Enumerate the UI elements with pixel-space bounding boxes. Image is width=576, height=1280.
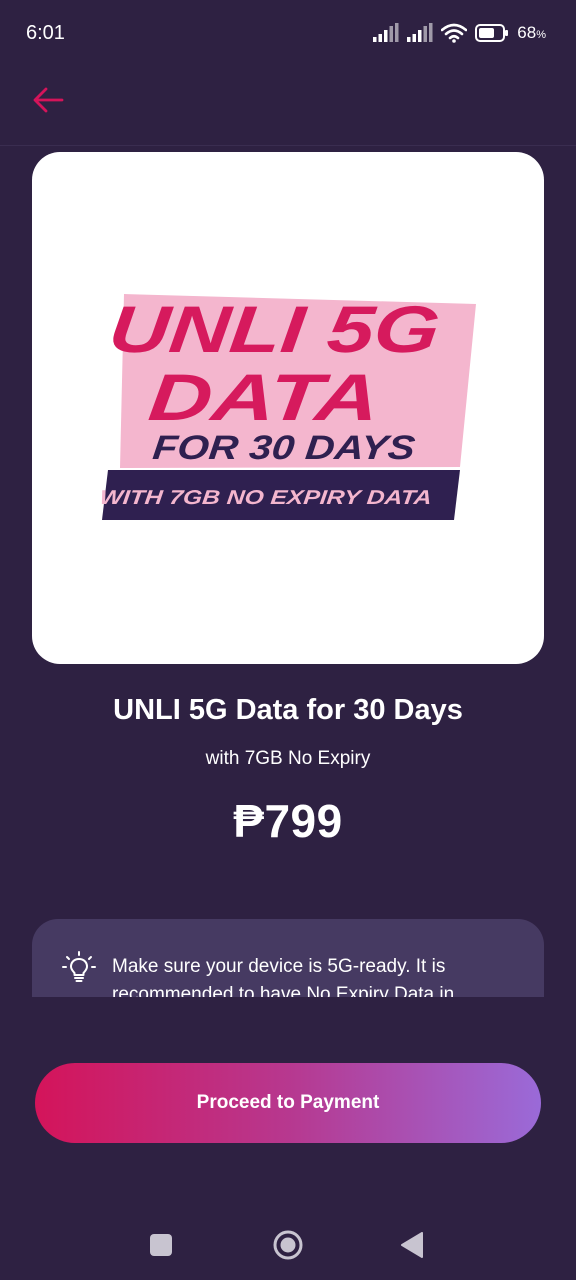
circle-icon[interactable]	[272, 1229, 304, 1261]
promo-banner-graphic: UNLI 5G DATA FOR 30 DAYS WITH 7GB NO EXP…	[98, 293, 476, 520]
system-nav-bar	[0, 1195, 576, 1280]
header	[0, 66, 576, 146]
screen: 6:01 68% UNLI 5G DATA FOR 30 DAYS WITH 7…	[0, 0, 576, 1280]
wifi-icon	[441, 23, 468, 43]
status-time: 6:01	[26, 22, 65, 44]
arrow-left-icon	[33, 87, 64, 113]
scroll-fade	[0, 997, 576, 1067]
banner-line-1: UNLI 5G	[105, 293, 443, 367]
lightbulb-icon	[62, 951, 96, 982]
signal-icon	[407, 23, 433, 42]
promo-banner: UNLI 5G DATA FOR 30 DAYS WITH 7GB NO EXP…	[32, 152, 544, 664]
info-text: Make sure your device is 5G-ready. It is…	[112, 956, 455, 997]
proceed-to-payment-button[interactable]: Proceed to Payment	[35, 1063, 541, 1143]
product-title: UNLI 5G Data for 30 Days	[113, 694, 463, 726]
signal-icon	[373, 23, 399, 42]
battery-percent: 68%	[517, 23, 546, 42]
status-bar: 6:01 68%	[0, 0, 576, 66]
battery-icon	[475, 24, 509, 42]
product-subtitle: with 7GB No Expiry	[205, 748, 371, 769]
status-icons: 68%	[373, 20, 546, 46]
product-price: ₱799	[233, 795, 343, 847]
banner-line-2: DATA	[145, 361, 383, 435]
info-card: Make sure your device is 5G-ready. It is…	[32, 919, 544, 997]
back-button[interactable]	[28, 80, 68, 120]
banner-line-4: WITH 7GB NO EXPIRY DATA	[98, 487, 432, 509]
banner-line-3: FOR 30 DAYS	[151, 429, 417, 467]
triangle-back-icon[interactable]	[400, 1232, 424, 1258]
square-icon[interactable]	[150, 1234, 172, 1256]
